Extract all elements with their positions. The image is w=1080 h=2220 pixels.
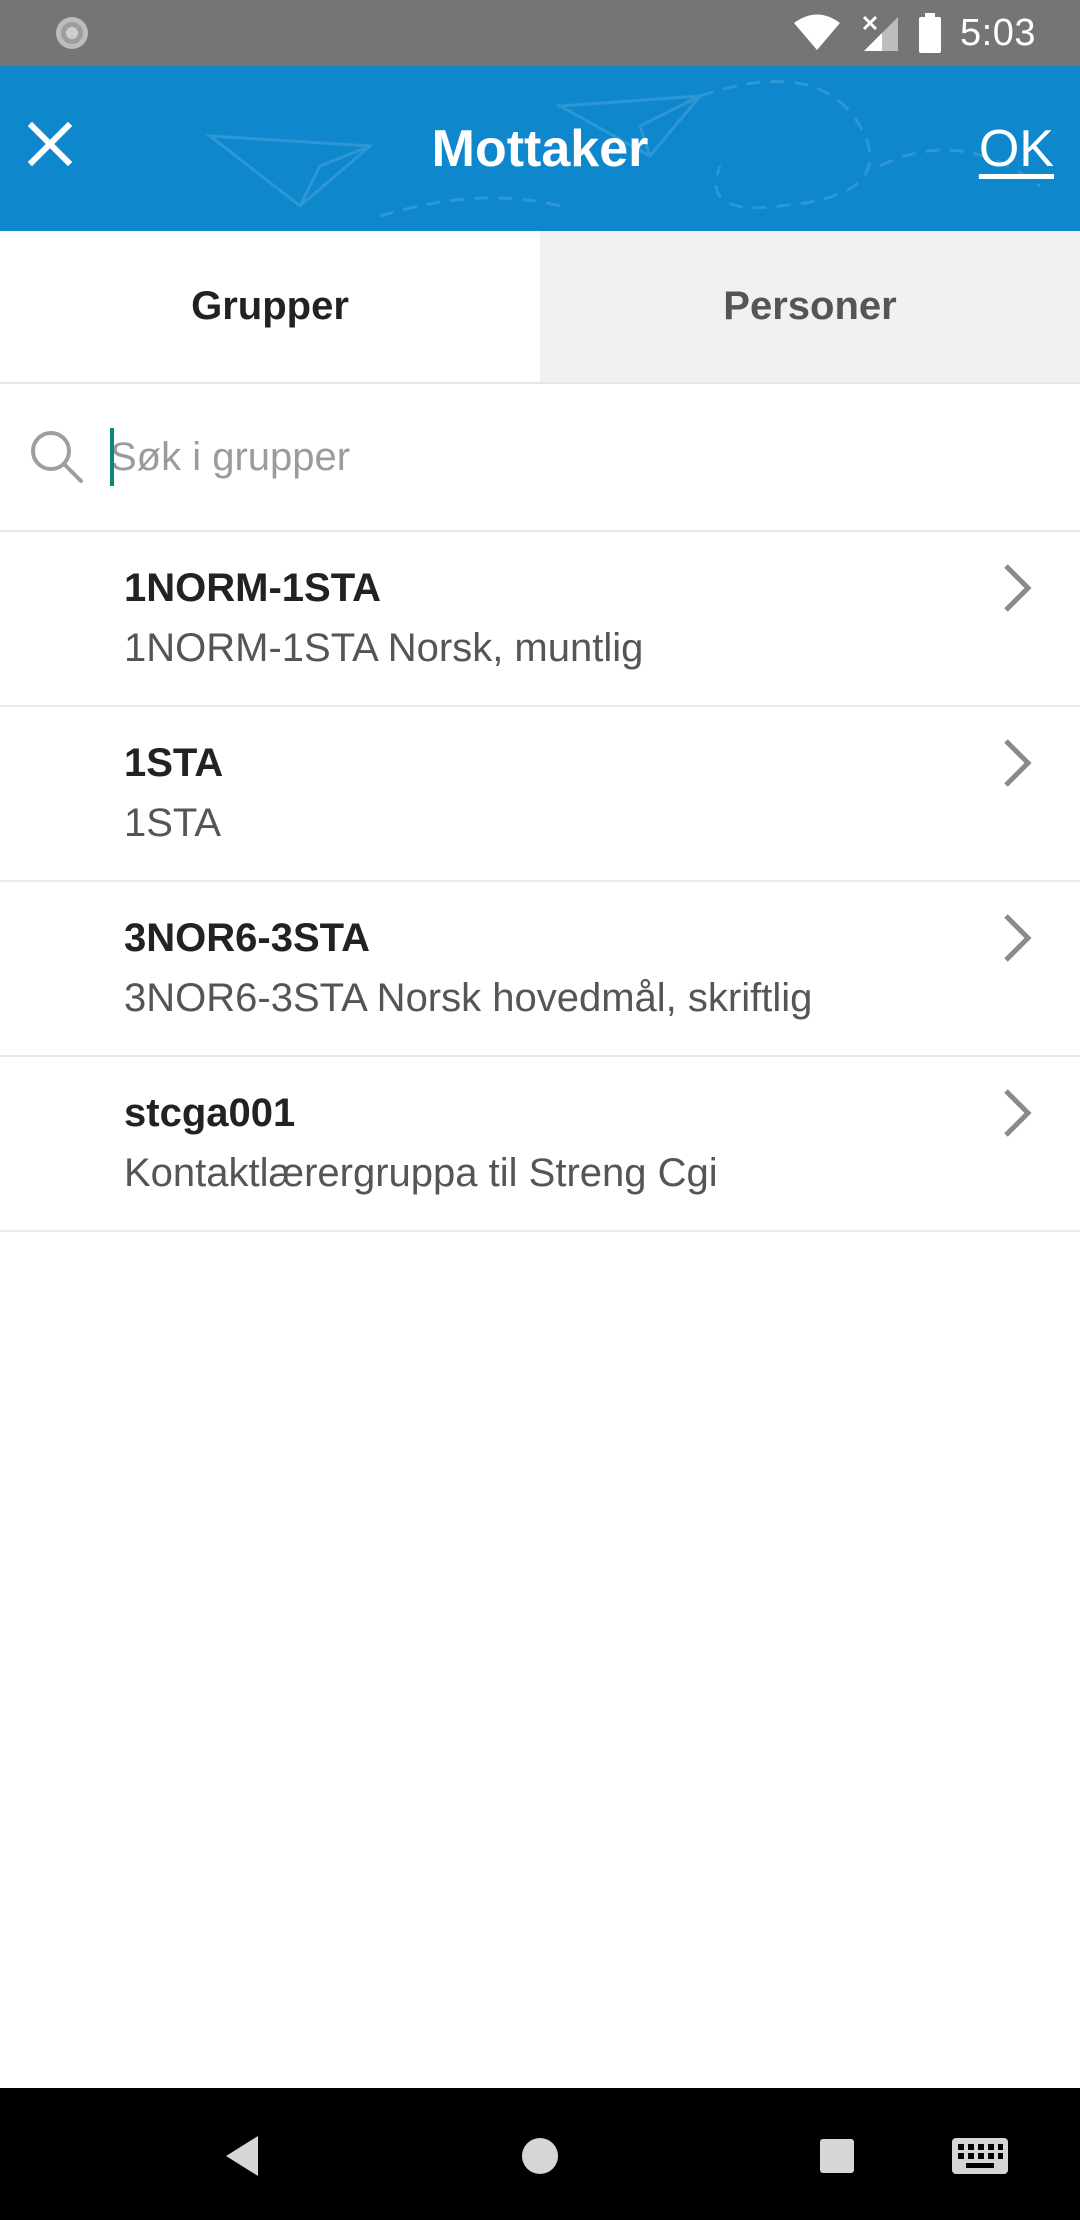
text-cursor <box>110 428 114 486</box>
search-bar <box>0 384 1080 532</box>
navigation-bar <box>0 2088 1080 2220</box>
signal-off-icon <box>862 15 899 51</box>
keyboard-button[interactable] <box>940 2116 1020 2196</box>
list-item-title: 1NORM-1STA <box>124 566 382 610</box>
list-item-subtitle: 3NOR6-3STA Norsk hovedmål, skriftlig <box>124 976 813 1020</box>
list-item-subtitle: Kontaktlærergruppa til Streng Cgi <box>124 1151 718 1195</box>
paper-plane-decoration <box>205 79 1041 218</box>
search-icon <box>31 431 83 483</box>
sync-icon <box>56 17 88 49</box>
status-time: 5:03 <box>960 11 1036 54</box>
list-item-title: 1STA <box>124 741 224 785</box>
back-button[interactable] <box>202 2116 282 2196</box>
home-icon <box>522 2138 558 2174</box>
recents-button[interactable] <box>797 2116 877 2196</box>
keyboard-icon <box>952 2138 1008 2174</box>
close-button[interactable] <box>18 112 82 176</box>
close-icon <box>28 122 72 166</box>
list-item-subtitle: 1NORM-1STA Norsk, muntlig <box>124 626 644 670</box>
wifi-icon <box>794 14 841 50</box>
search-icon-wrap <box>0 383 110 531</box>
chevron-right-icon <box>1004 1089 1032 1137</box>
recents-icon <box>820 2139 854 2173</box>
list-item-1norm-1sta[interactable]: 1NORM-1STA 1NORM-1STA Norsk, muntlig <box>0 532 1080 707</box>
battery-icon <box>919 13 942 53</box>
tab-bar: Grupper Personer <box>0 231 1080 384</box>
tab-personer[interactable]: Personer <box>540 231 1080 382</box>
chevron-right-icon <box>1004 564 1032 612</box>
home-button[interactable] <box>500 2116 580 2196</box>
status-left <box>52 13 92 53</box>
ok-button[interactable]: OK <box>979 66 1054 231</box>
chevron-right-icon <box>1004 914 1032 962</box>
tab-grupper[interactable]: Grupper <box>0 231 540 382</box>
group-list: 1NORM-1STA 1NORM-1STA Norsk, muntlig 1ST… <box>0 532 1080 1232</box>
list-item-1sta[interactable]: 1STA 1STA <box>0 707 1080 882</box>
list-item-title: stcga001 <box>124 1091 296 1135</box>
list-item-subtitle: 1STA <box>124 801 222 845</box>
chevron-right-icon <box>1004 739 1032 787</box>
app-bar: Mottaker OK <box>0 66 1080 231</box>
list-item-3nor6-3sta[interactable]: 3NOR6-3STA 3NOR6-3STA Norsk hovedmål, sk… <box>0 882 1080 1057</box>
list-item-title: 3NOR6-3STA <box>124 916 370 960</box>
list-item-stcga001[interactable]: stcga001 Kontaktlærergruppa til Streng C… <box>0 1057 1080 1232</box>
status-bar: 5:03 <box>0 0 1080 66</box>
status-right: 5:03 <box>792 12 1036 55</box>
back-icon <box>226 2136 258 2176</box>
search-input[interactable] <box>110 384 1080 530</box>
